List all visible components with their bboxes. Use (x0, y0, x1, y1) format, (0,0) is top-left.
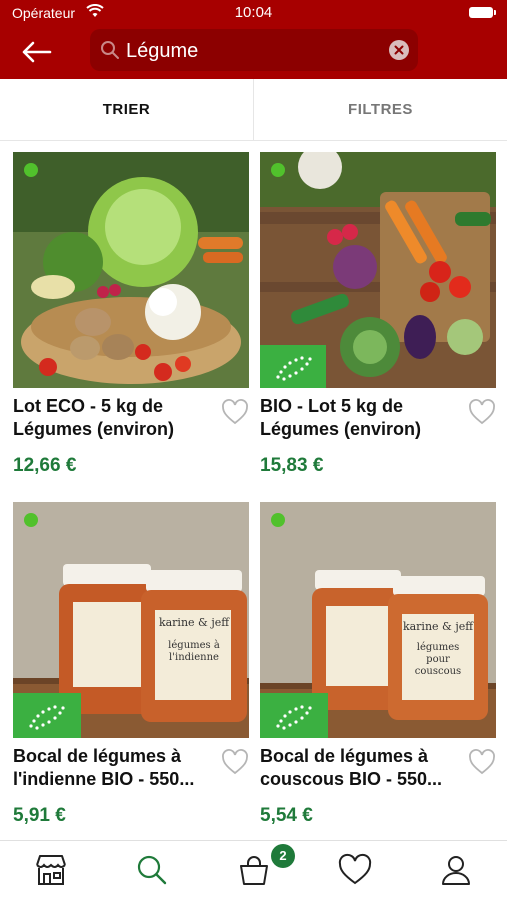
search-header: Légume (0, 26, 507, 79)
availability-dot (271, 163, 285, 177)
shop-icon (36, 855, 66, 885)
status-bar: Opérateur 10:04 (0, 0, 507, 26)
favorite-button[interactable] (468, 399, 496, 425)
clear-search-button[interactable] (389, 40, 409, 60)
sort-tab[interactable]: TRIER (0, 79, 254, 140)
product-image[interactable] (260, 152, 496, 388)
product-image[interactable] (13, 152, 249, 388)
product-title[interactable]: Lot ECO - 5 kg de Légumes (environ) (13, 395, 213, 441)
product-card[interactable]: karine & jeff légumes pour couscous Boca… (260, 502, 496, 842)
search-icon (137, 855, 167, 885)
heart-outline-icon (469, 749, 495, 775)
search-input[interactable]: Légume (126, 40, 198, 63)
product-price: 5,54 € (260, 805, 313, 826)
favorite-button[interactable] (221, 399, 249, 425)
nav-favorites[interactable] (337, 853, 373, 887)
nav-account[interactable] (438, 853, 474, 887)
product-card[interactable]: karine & jeff légumes à l'indienne Bocal… (13, 502, 249, 842)
heart-outline-icon (222, 399, 248, 425)
search-field[interactable]: Légume (90, 29, 418, 71)
product-image[interactable]: karine & jeff légumes à l'indienne (13, 502, 249, 738)
filters-tab[interactable]: FILTRES (254, 79, 507, 140)
shopping-bag-icon (240, 856, 268, 885)
heart-outline-icon (222, 749, 248, 775)
product-image[interactable]: karine & jeff légumes pour couscous (260, 502, 496, 738)
product-title[interactable]: BIO - Lot 5 kg de Légumes (environ) (260, 395, 460, 441)
nav-search[interactable] (134, 853, 170, 887)
search-icon (100, 40, 120, 65)
favorite-button[interactable] (468, 749, 496, 775)
product-price: 12,66 € (13, 455, 77, 476)
sort-filter-bar: TRIER FILTRES (0, 79, 507, 141)
availability-dot (24, 163, 38, 177)
eu-organic-logo (260, 345, 326, 388)
heart-icon (338, 853, 372, 885)
cart-count-badge: 2 (271, 844, 295, 868)
product-card[interactable]: Lot ECO - 5 kg de Légumes (environ) 12,6… (13, 152, 249, 492)
bottom-tab-bar: 2 (0, 840, 507, 900)
back-button[interactable] (20, 36, 58, 68)
product-title[interactable]: Bocal de légumes à l'indienne BIO - 550.… (13, 745, 223, 791)
product-card[interactable]: BIO - Lot 5 kg de Légumes (environ) 15,8… (260, 152, 496, 492)
product-price: 5,91 € (13, 805, 66, 826)
favorite-button[interactable] (221, 749, 249, 775)
availability-dot (24, 513, 38, 527)
product-title[interactable]: Bocal de légumes à couscous BIO - 550... (260, 745, 470, 791)
eu-organic-logo (260, 693, 328, 738)
jar-brand-text: karine & jeff (158, 616, 230, 629)
arrow-left-icon (22, 41, 52, 63)
user-icon (442, 856, 470, 885)
jar-label-text: légumes pour couscous (414, 642, 462, 677)
nav-cart[interactable] (236, 853, 272, 887)
battery-icon (469, 7, 496, 18)
eu-organic-logo (13, 693, 81, 738)
jar-label-text: légumes à l'indienne (168, 640, 220, 663)
close-icon (394, 45, 404, 55)
heart-outline-icon (469, 399, 495, 425)
product-price: 15,83 € (260, 455, 324, 476)
availability-dot (271, 513, 285, 527)
nav-shop[interactable] (33, 853, 69, 887)
clock: 10:04 (234, 4, 273, 21)
jar-brand-text: karine & jeff (402, 620, 474, 633)
